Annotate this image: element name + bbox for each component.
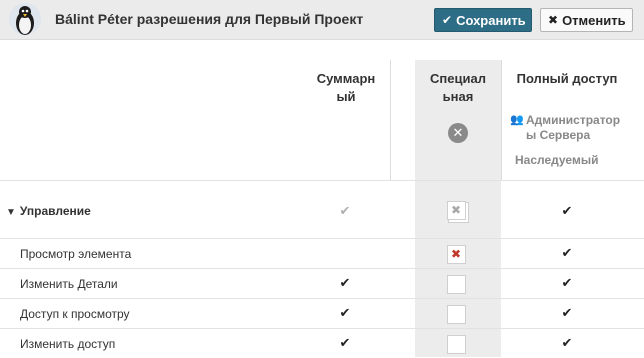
check-icon: ✔	[561, 305, 573, 320]
summary-cell: ✔	[335, 303, 355, 323]
save-button[interactable]: ✔ Сохранить	[434, 8, 532, 32]
full-access-cell: ✔	[557, 243, 577, 263]
close-icon: ✖	[548, 13, 559, 27]
summary-cell: ✔	[335, 273, 355, 293]
full-access-cell: ✔	[557, 273, 577, 293]
full-access-cell: ✔	[557, 303, 577, 323]
row-label: Изменить Детали	[20, 277, 118, 291]
role-label: 👥 Администратор ы Сервера	[510, 113, 632, 143]
special-checkbox[interactable]: ✖	[446, 200, 466, 220]
header-bar: Bálint Péter разрешения для Первый Проек…	[0, 0, 644, 40]
deny-mixed-icon: ✖	[446, 200, 466, 220]
empty-box	[446, 274, 466, 294]
special-checkbox[interactable]	[446, 274, 466, 294]
table-row: Изменить Детали ✔ ✔	[0, 268, 644, 298]
deny-icon: ✖	[446, 244, 466, 264]
cancel-button[interactable]: ✖ Отменить	[540, 8, 633, 32]
summary-cell: ✔	[335, 201, 355, 221]
row-label: Изменить доступ	[20, 337, 116, 351]
check-icon: ✔	[561, 203, 573, 218]
empty-box	[446, 334, 466, 354]
check-icon: ✔	[339, 305, 351, 320]
column-header-full-access: Полный доступ	[516, 71, 618, 86]
cancel-button-label: Отменить	[562, 12, 626, 28]
special-checkbox[interactable]	[446, 304, 466, 324]
special-checkbox[interactable]	[446, 334, 466, 354]
check-icon: ✔	[339, 335, 351, 350]
table-row: Просмотр элемента ✖ ✔	[0, 238, 644, 268]
column-divider	[501, 60, 502, 180]
row-label[interactable]: ▼ Управление	[6, 204, 91, 218]
check-icon: ✔	[561, 245, 573, 260]
inherited-label: Наследуемый	[515, 153, 599, 167]
check-icon: ✔	[339, 275, 351, 290]
summary-cell: ✔	[335, 333, 355, 353]
check-icon: ✔	[561, 335, 573, 350]
full-access-cell: ✔	[557, 201, 577, 221]
table-row: Изменить доступ ✔ ✔	[0, 328, 644, 358]
row-label: Просмотр элемента	[20, 247, 132, 261]
row-label: Доступ к просмотру	[20, 307, 130, 321]
chevron-down-icon: ▼	[6, 207, 16, 218]
check-icon: ✔	[339, 203, 351, 218]
clear-special-icon[interactable]: ✕	[448, 123, 468, 143]
table-row: Доступ к просмотру ✔ ✔	[0, 298, 644, 328]
column-header-special[interactable]: Специал ьная	[417, 70, 499, 106]
table-row: ▼ Управление ✔ ✖ ✔	[0, 180, 644, 238]
avatar	[9, 3, 41, 35]
role-name: Администратор ы Сервера	[526, 113, 621, 142]
empty-box	[446, 304, 466, 324]
save-button-label: Сохранить	[456, 12, 526, 28]
check-icon: ✔	[442, 13, 453, 27]
column-header-summary: Суммарн ый	[316, 71, 376, 104]
special-checkbox[interactable]: ✖	[446, 244, 466, 264]
page-title: Bálint Péter разрешения для Первый Проек…	[55, 11, 364, 27]
column-divider	[390, 60, 391, 180]
full-access-cell: ✔	[557, 333, 577, 353]
users-icon: 👥	[510, 114, 524, 126]
check-icon: ✔	[561, 275, 573, 290]
